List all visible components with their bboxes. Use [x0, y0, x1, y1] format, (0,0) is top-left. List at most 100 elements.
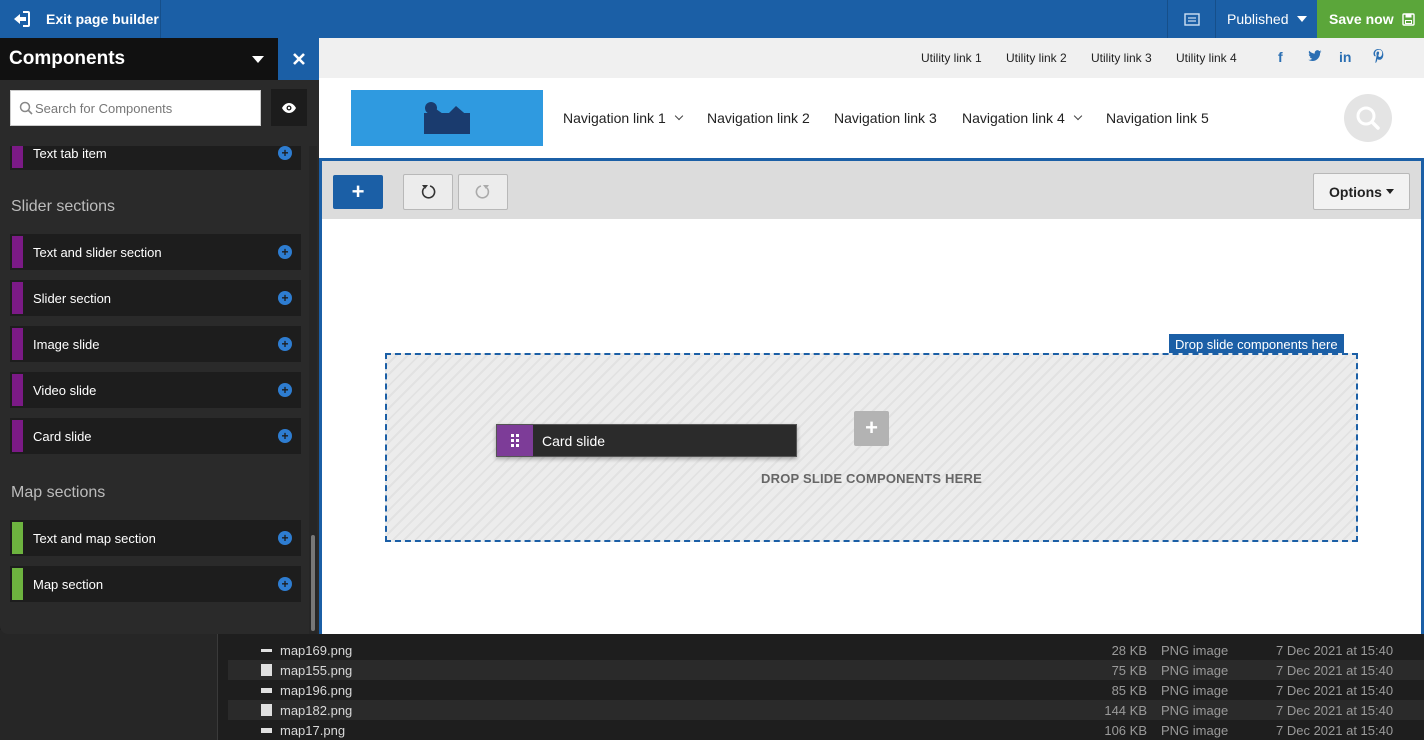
nav-link-5[interactable]: Navigation link 5	[1106, 110, 1209, 126]
site-logo[interactable]	[351, 90, 543, 146]
panel-scrollbar[interactable]	[311, 535, 315, 631]
redo-button[interactable]	[458, 174, 508, 210]
file-name: map17.png	[280, 723, 346, 738]
file-kind: PNG image	[1161, 683, 1229, 698]
file-icon	[261, 649, 272, 652]
add-circle-icon[interactable]: +	[278, 429, 292, 443]
add-circle-icon[interactable]: +	[278, 337, 292, 351]
file-list: map169.png 28 KB PNG image 7 Dec 2021 at…	[0, 630, 1424, 740]
chevron-down-icon	[1073, 111, 1082, 121]
dragging-component[interactable]: Card slide	[496, 424, 797, 457]
add-circle-icon[interactable]: +	[278, 146, 292, 160]
save-icon	[1401, 12, 1415, 26]
add-slide-button[interactable]: +	[854, 411, 889, 446]
file-icon	[261, 688, 272, 693]
component-label: Text and slider section	[33, 245, 162, 260]
file-size: 144 KB	[1104, 703, 1147, 718]
component-label: Slider section	[33, 291, 112, 306]
component-item-text-and-map-section[interactable]: Text and map section +	[10, 520, 301, 556]
file-row[interactable]: map196.png 85 KB PNG image 7 Dec 2021 at…	[228, 680, 1424, 700]
file-name: map196.png	[280, 683, 353, 698]
add-section-button[interactable]: +	[333, 175, 383, 209]
exit-page-builder-button[interactable]: Exit page builder	[0, 0, 161, 38]
facebook-icon[interactable]: f	[1278, 49, 1283, 65]
options-dropdown[interactable]: Options	[1313, 173, 1410, 210]
slide-drop-zone[interactable]: + DROP SLIDE COMPONENTS HERE Card slide	[385, 353, 1358, 542]
publish-status-label: Published	[1227, 11, 1289, 27]
toggle-preview-button[interactable]	[271, 89, 307, 126]
component-item-video-slide[interactable]: Video slide +	[10, 372, 301, 408]
file-row[interactable]: map17.png 106 KB PNG image 7 Dec 2021 at…	[228, 720, 1424, 740]
undo-button[interactable]	[403, 174, 453, 210]
component-item-image-slide[interactable]: Image slide +	[10, 326, 301, 362]
component-color-bar	[12, 568, 23, 600]
nav-link-label: Navigation link 5	[1106, 110, 1209, 126]
component-item-card-slide[interactable]: Card slide +	[10, 418, 301, 454]
drag-handle[interactable]	[497, 425, 533, 456]
component-search-input[interactable]	[35, 91, 257, 125]
add-circle-icon[interactable]: +	[278, 245, 292, 259]
file-date: 7 Dec 2021 at 15:40	[1276, 683, 1394, 698]
component-item-map-section[interactable]: Map section +	[10, 566, 301, 602]
section-toolbar: + Options	[322, 161, 1421, 219]
close-panel-button[interactable]	[278, 38, 319, 80]
dragging-component-label: Card slide	[542, 433, 606, 449]
section-heading-map: Map sections	[11, 484, 106, 501]
file-name: map182.png	[280, 703, 353, 718]
nav-link-1[interactable]: Navigation link 1	[563, 110, 683, 126]
close-icon	[292, 53, 305, 65]
file-icon	[261, 664, 272, 676]
file-name: map169.png	[280, 643, 353, 658]
add-circle-icon[interactable]: +	[278, 531, 292, 545]
pinterest-icon[interactable]	[1373, 49, 1384, 66]
file-row[interactable]: map182.png 144 KB PNG image 7 Dec 2021 a…	[228, 700, 1424, 720]
component-item-slider-section[interactable]: Slider section +	[10, 280, 301, 316]
drag-handle-icon	[511, 434, 519, 447]
caret-down-icon[interactable]	[252, 56, 264, 63]
component-item-text-tab-item[interactable]: Text tab item +	[10, 146, 301, 170]
eye-icon	[282, 102, 296, 113]
file-date: 7 Dec 2021 at 15:40	[1276, 663, 1394, 678]
chevron-down-icon	[674, 111, 683, 121]
file-row[interactable]: map169.png 28 KB PNG image 7 Dec 2021 at…	[228, 640, 1424, 660]
add-circle-icon[interactable]: +	[278, 383, 292, 397]
linkedin-icon[interactable]: in	[1339, 49, 1351, 65]
utility-link-4[interactable]: Utility link 4	[1176, 51, 1237, 65]
nav-link-3[interactable]: Navigation link 3	[834, 110, 937, 126]
site-navbar: Navigation link 1 Navigation link 2 Navi…	[319, 78, 1424, 158]
file-row[interactable]: map155.png 75 KB PNG image 7 Dec 2021 at…	[228, 660, 1424, 680]
save-now-button[interactable]: Save now	[1317, 0, 1424, 38]
nav-link-label: Navigation link 2	[707, 110, 810, 126]
file-kind: PNG image	[1161, 643, 1229, 658]
page-preview: Utility link 1 Utility link 2 Utility li…	[319, 38, 1424, 634]
add-circle-icon[interactable]: +	[278, 577, 292, 591]
utility-link-1[interactable]: Utility link 1	[921, 51, 982, 65]
component-color-bar	[12, 236, 23, 268]
site-search-button[interactable]	[1344, 94, 1392, 142]
component-search-field[interactable]	[10, 90, 261, 126]
component-color-bar	[12, 420, 23, 452]
finder-sidebar	[0, 630, 218, 740]
add-circle-icon[interactable]: +	[278, 291, 292, 305]
components-panel-title: Components	[9, 48, 126, 69]
drop-zone-tag: Drop slide components here	[1169, 334, 1344, 355]
file-icon	[261, 728, 272, 733]
image-placeholder-icon	[424, 102, 470, 134]
component-item-text-and-slider-section[interactable]: Text and slider section +	[10, 234, 301, 270]
device-preview-button[interactable]	[1167, 0, 1215, 38]
twitter-icon[interactable]	[1308, 49, 1322, 65]
nav-link-4[interactable]: Navigation link 4	[962, 110, 1082, 126]
redo-icon	[475, 185, 490, 199]
nav-link-2[interactable]: Navigation link 2	[707, 110, 810, 126]
nav-link-label: Navigation link 4	[962, 110, 1065, 126]
search-icon	[19, 101, 33, 115]
components-panel: Components Text tab item + Slider sectio…	[0, 38, 319, 634]
utility-link-2[interactable]: Utility link 2	[1006, 51, 1067, 65]
caret-down-icon	[1385, 189, 1394, 194]
file-name: map155.png	[280, 663, 353, 678]
file-kind: PNG image	[1161, 663, 1229, 678]
utility-link-3[interactable]: Utility link 3	[1091, 51, 1152, 65]
file-size: 28 KB	[1111, 643, 1147, 658]
component-label: Text tab item	[33, 146, 107, 161]
publish-status-dropdown[interactable]: Published	[1215, 0, 1317, 38]
